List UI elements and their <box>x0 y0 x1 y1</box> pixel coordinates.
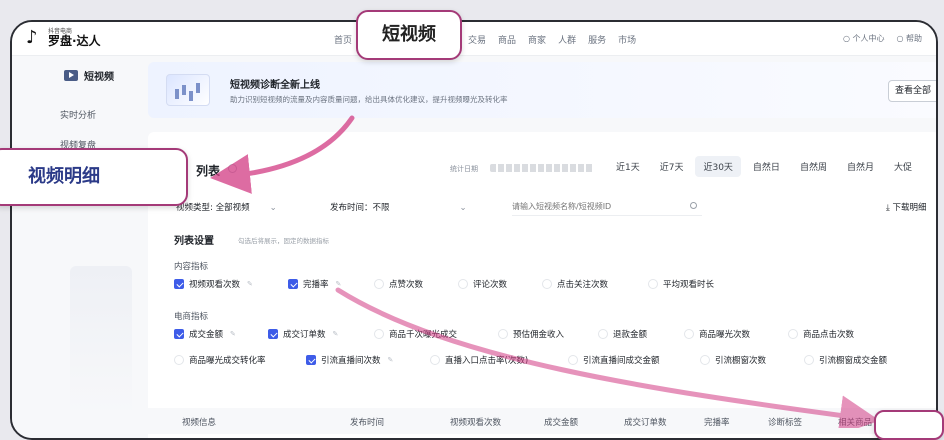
sidebar-item-realtime[interactable]: 实时分析 <box>60 108 96 121</box>
range-day[interactable]: 自然日 <box>745 156 788 177</box>
checkbox-live-entry-ctr[interactable]: 直播入口点击率(次数) <box>430 354 528 366</box>
nav-item-product[interactable]: 商品 <box>498 33 516 46</box>
chevron-down-icon: ⌄ <box>459 203 467 213</box>
checkbox-showcase-gmv[interactable]: 引流橱窗成交金额 <box>804 354 887 366</box>
range-week[interactable]: 自然周 <box>792 156 835 177</box>
sidebar-placeholder <box>70 266 132 416</box>
pin-icon: ✎ <box>387 356 394 364</box>
help-circle-icon[interactable] <box>228 164 237 173</box>
pin-icon: ✎ <box>247 280 253 288</box>
checkbox-video-views[interactable]: 视频观看次数 ✎ <box>174 278 253 290</box>
checkbox-ctr-conversion[interactable]: 商品曝光成交转化率 <box>174 354 266 366</box>
pin-icon: ✎ <box>332 330 339 338</box>
publish-time-select[interactable]: 发布时间：不限 ⌄ <box>330 201 467 213</box>
chevron-down-icon: ⌄ <box>269 203 277 213</box>
checkbox-live-traffic[interactable]: 引流直播间次数 ✎ <box>306 354 393 366</box>
logo[interactable]: ♪ 抖音电商 罗盘·达人 <box>26 28 101 48</box>
checkbox-product-clicks[interactable]: 商品点击次数 <box>788 328 854 340</box>
app-window: ♪ 抖音电商 罗盘·达人 首页 交易 商品 商家 人群 服务 市场 ○ 个人中心… <box>10 20 938 440</box>
stat-date-value-blurred <box>490 164 594 172</box>
range-7d[interactable]: 近7天 <box>652 156 692 177</box>
logo-main-text: 罗盘·达人 <box>48 34 101 48</box>
sidebar-head-short-video[interactable]: 短视频 <box>64 68 114 83</box>
th-publish-time[interactable]: 发布时间 <box>350 416 384 428</box>
range-promo[interactable]: 大促 <box>886 156 920 177</box>
video-type-select[interactable]: 视频类型: 全部视频 ⌄ <box>176 201 277 213</box>
th-gmv[interactable]: 成交金额 <box>544 416 578 428</box>
th-diagnosis[interactable]: 诊断标签 <box>768 416 802 428</box>
main-content: 短视频诊断全新上线 助力识别短视频的流量及内容质量问题，给出具体优化建议，提升视… <box>148 62 936 438</box>
checkbox-likes[interactable]: 点赞次数 <box>374 278 423 290</box>
checkbox-gmv[interactable]: 成交金额 ✎ <box>174 328 236 340</box>
video-list-card: 列表 统计日期 近1天 近7天 近30天 自然日 自然周 自然月 大促 视频类型… <box>148 132 936 438</box>
nav-item-home[interactable]: 首页 <box>334 33 352 46</box>
callout-video-detail: 视频明细 <box>0 148 188 206</box>
video-icon <box>64 70 78 81</box>
nav-item-market[interactable]: 市场 <box>618 33 636 46</box>
checkbox-showcase-traffic[interactable]: 引流橱窗次数 <box>700 354 766 366</box>
banner-chart-icon <box>166 74 210 106</box>
checkbox-live-gmv[interactable]: 引流直播间成交金额 <box>568 354 660 366</box>
banner-title: 短视频诊断全新上线 <box>230 80 320 91</box>
checkbox-comments[interactable]: 评论次数 <box>458 278 507 290</box>
pin-icon: ✎ <box>335 280 342 288</box>
checkbox-refund[interactable]: 退款金额 <box>598 328 647 340</box>
range-month[interactable]: 自然月 <box>839 156 882 177</box>
checkbox-completion-rate[interactable]: 完播率 ✎ <box>288 278 341 290</box>
range-1d[interactable]: 近1天 <box>608 156 648 177</box>
diagnosis-banner: 短视频诊断全新上线 助力识别短视频的流量及内容质量问题，给出具体优化建议，提升视… <box>148 62 936 118</box>
range-30d[interactable]: 近30天 <box>695 156 741 177</box>
th-orders[interactable]: 成交订单数 <box>624 416 667 428</box>
checkbox-avg-watch-time[interactable]: 平均观看时长 <box>648 278 714 290</box>
list-settings-title: 列表设置 <box>174 236 214 247</box>
list-settings-desc: 勾选后将展示，固定的数据指标 <box>238 237 329 245</box>
callout-products <box>874 410 944 440</box>
nav-item-crowd[interactable]: 人群 <box>558 33 576 46</box>
filter-row: 视频类型: 全部视频⌄ 发布时间：不限⌄ ⤓ 下载明细 <box>176 198 936 218</box>
th-products: 相关商品 <box>838 418 873 428</box>
douyin-logo-icon: ♪ <box>26 27 38 48</box>
th-completion[interactable]: 完播率 <box>704 416 730 428</box>
user-center-link[interactable]: ○ 个人中心 <box>843 33 885 44</box>
stat-date-label: 统计日期 <box>450 165 478 173</box>
checkbox-gpm[interactable]: 商品千次曝光成交 <box>374 328 457 340</box>
nav-item-service[interactable]: 服务 <box>588 33 606 46</box>
download-icon: ⤓ <box>886 203 890 213</box>
nav-item-trade[interactable]: 交易 <box>468 33 486 46</box>
ecom-metrics-title: 电商指标 <box>174 312 209 322</box>
checkbox-commission[interactable]: 预估佣金收入 <box>498 328 564 340</box>
top-bar: ♪ 抖音电商 罗盘·达人 首页 交易 商品 商家 人群 服务 市场 ○ 个人中心… <box>12 22 936 56</box>
pin-icon: ✎ <box>230 330 236 338</box>
search-icon[interactable] <box>690 202 697 209</box>
sidebar: 短视频 实时分析 视频复盘 <box>12 56 142 438</box>
checkbox-follow-clicks[interactable]: 点击关注次数 <box>542 278 608 290</box>
callout-short-video: 短视频 <box>356 10 462 60</box>
th-video-info: 视频信息 <box>182 418 217 428</box>
banner-desc: 助力识别短视频的流量及内容质量问题，给出具体优化建议，提升视频曝光及转化率 <box>230 95 508 104</box>
view-all-button[interactable]: 查看全部 <box>888 80 936 102</box>
list-title: 列表 <box>196 164 221 178</box>
date-range-tabs: 近1天 近7天 近30天 自然日 自然周 自然月 大促 <box>608 156 920 177</box>
table-header: 视频信息 发布时间 视频观看次数 成交金额 成交订单数 完播率 诊断标签 相关商… <box>148 408 936 434</box>
help-link[interactable]: ○ 帮助 <box>896 33 922 44</box>
search-input[interactable] <box>512 198 702 216</box>
download-detail-button[interactable]: ⤓ 下载明细 <box>886 201 926 213</box>
nav-item-merchant[interactable]: 商家 <box>528 33 546 46</box>
checkbox-product-impressions[interactable]: 商品曝光次数 <box>684 328 750 340</box>
th-video-views[interactable]: 视频观看次数 <box>450 416 501 428</box>
nav-right: ○ 个人中心 ○ 帮助 <box>843 33 922 44</box>
checkbox-orders[interactable]: 成交订单数 ✎ <box>268 328 338 340</box>
content-metrics-title: 内容指标 <box>174 262 209 272</box>
